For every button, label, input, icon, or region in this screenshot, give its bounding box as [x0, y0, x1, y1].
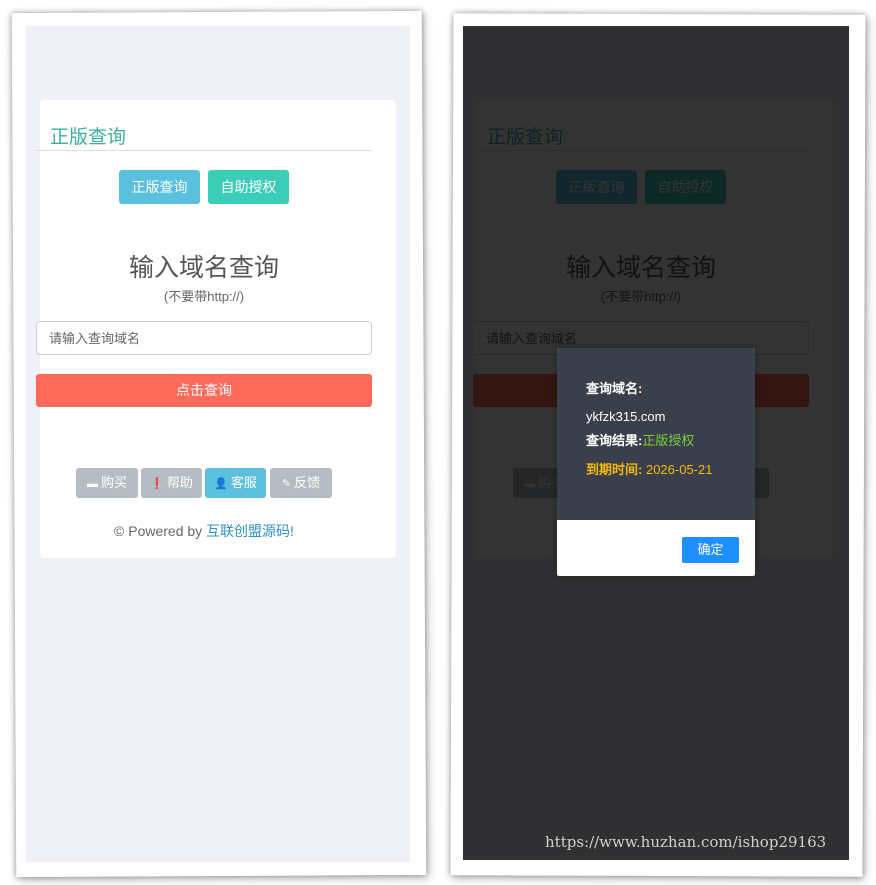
watermark: https://www.huzhan.com/ishop29163 [545, 833, 827, 851]
help-button[interactable]: ❗ 帮助 [141, 468, 202, 498]
credit-card-icon: ▬ [86, 478, 98, 490]
exclamation-circle-icon: ❗ [150, 478, 164, 490]
buy-button[interactable]: ▬ 购买 [76, 468, 138, 498]
buy-label: 购买 [100, 475, 127, 490]
title-divider [36, 150, 372, 151]
expire-row: 到期时间: 2026-05-21 [586, 459, 755, 478]
expire-label: 到期时间: [586, 462, 643, 477]
powered-prefix: © Powered by [114, 523, 207, 539]
pencil-icon: ✎ [281, 478, 292, 490]
dialog-body: 查询域名: ykfzk315.com 查询结果:正版授权 到期时间: 2026-… [557, 348, 755, 520]
left-phone-screen: 正版查询 正版查询 自助授权 输入域名查询 (不要带http://) 点击查询 … [26, 26, 410, 862]
expire-value: 2026-05-21 [645, 462, 713, 477]
feedback-button[interactable]: ✎ 反馈 [270, 468, 332, 498]
powered-link[interactable]: 互联创盟源码! [206, 523, 294, 539]
self-authorize-button[interactable]: 自助授权 [208, 170, 289, 204]
confirm-button[interactable]: 确定 [682, 537, 739, 563]
result-dialog: 查询域名: ykfzk315.com 查询结果:正版授权 到期时间: 2026-… [557, 348, 755, 576]
card-title: 正版查询 [50, 127, 127, 148]
result-row: 查询结果:正版授权 [586, 430, 755, 449]
help-label: 帮助 [166, 475, 193, 490]
result-label: 查询结果: [586, 433, 643, 448]
user-icon: 👤 [214, 478, 228, 490]
service-label: 客服 [230, 475, 257, 490]
service-button[interactable]: 👤 客服 [205, 468, 266, 498]
page-heading: 输入域名查询 [128, 254, 279, 282]
feedback-label: 反馈 [294, 475, 321, 490]
right-phone-screen: 正版查询 正版查询 自助授权 输入域名查询 (不要带http://) 点击查询 … [463, 26, 849, 860]
powered-by: © Powered by 互联创盟源码! [26, 521, 382, 541]
result-value: 正版授权 [642, 433, 695, 448]
domain-label: 查询域名: [586, 381, 643, 396]
genuine-query-button[interactable]: 正版查询 [119, 170, 200, 204]
domain-value: ykfzk315.com [586, 409, 666, 424]
submit-query-button[interactable]: 点击查询 [36, 374, 372, 407]
page-subheading: (不要带http://) [163, 289, 245, 304]
domain-input[interactable] [36, 321, 372, 355]
